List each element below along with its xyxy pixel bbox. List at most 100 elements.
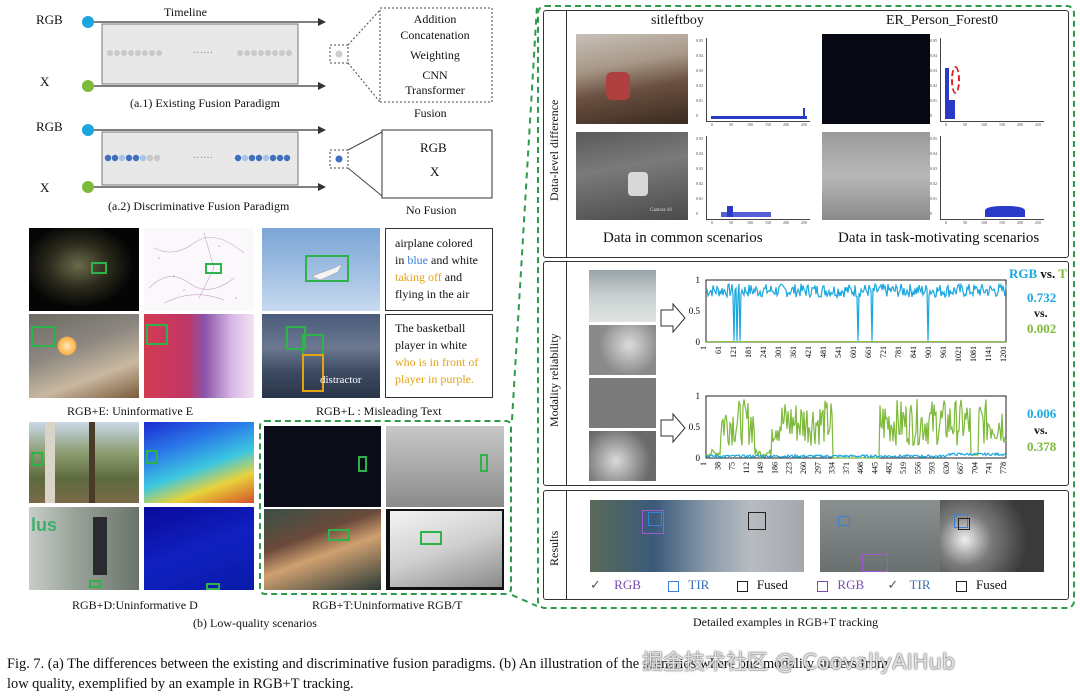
x-tick-label: 481 [819, 346, 828, 358]
hist-tick: 150 [999, 220, 1005, 225]
x-tick-label: 781 [894, 346, 903, 358]
hist-ytick: 0.04 [696, 151, 703, 156]
reliability-frame-2 [589, 325, 656, 375]
x-tick-label: 667 [956, 462, 965, 474]
hist-rgb-2: 0 50 100 150 200 250 0.05 0.04 0.03 0.02 0.01 0 [930, 38, 1044, 127]
common-label: Data in common scenarios [603, 230, 763, 246]
hist-tick: 0 [945, 220, 947, 225]
y-tick-label: 1 [696, 275, 701, 285]
x-tick-label: 38 [713, 462, 722, 470]
hist-t-1: 0 50 100 150 200 250 0.05 0.04 0.03 0.02 0.01 0 [696, 136, 810, 225]
y-tick-label: 0 [696, 337, 701, 347]
hist-ytick: 0.01 [930, 196, 937, 201]
t-series-line [705, 399, 1007, 459]
label-reliability: Modality reliability [547, 333, 561, 427]
x-tick-label: 260 [799, 462, 808, 474]
x-tick-label: 181 [744, 346, 753, 358]
hist-tick: 100 [981, 220, 987, 225]
reliability-chart-1: 10.501 61 121 181 241 301 361 421 481 541 601 661 72… [689, 275, 1008, 362]
sitleftboy-rgb [576, 34, 688, 124]
results-legend: ✓ RGB TIR Fused RGB ✓ TIR Fused [590, 577, 1008, 592]
hist-ytick: 0.03 [696, 166, 703, 171]
label-data-level: Data-level difference [547, 99, 561, 201]
x-tick-label: 961 [939, 346, 948, 358]
score2-rgb: 0.006 [1027, 406, 1057, 421]
y-tick-label: 0 [696, 453, 701, 463]
x-tick-label: 371 [842, 462, 851, 474]
reliability-frame-4 [589, 431, 656, 481]
x-tick-label: 408 [856, 462, 865, 474]
x-tick-label: 1021 [954, 346, 963, 362]
hist-ytick: 0.01 [930, 98, 937, 103]
score1-t: 0.002 [1027, 321, 1057, 336]
result-image-2 [820, 500, 940, 572]
figure-caption-line2: low quality, exemplified by an example i… [7, 676, 354, 692]
x-tick-label: 223 [785, 462, 794, 474]
hist-tick: 100 [981, 122, 987, 127]
hist-tick: 200 [1017, 220, 1023, 225]
result-image-1 [590, 500, 804, 572]
x-tick-label: 630 [942, 462, 951, 474]
task-label: Data in task-motivating scenarios [838, 230, 1040, 246]
x-tick-label: 112 [742, 462, 751, 474]
hist-tick: 50 [963, 122, 967, 127]
forest-rgb [822, 34, 930, 124]
hist-ytick: 0.04 [696, 53, 703, 58]
score1-rgb: 0.732 [1027, 290, 1057, 305]
x-tick-label: 1 [699, 462, 708, 466]
score2-vs: vs. [1034, 423, 1048, 437]
sitleftboy-t: Camera 10 [576, 132, 688, 220]
x-tick-label: 661 [864, 346, 873, 358]
reliability-chart-2: 10.501 38 75 112 149 186 223 260 297 334 371 408 445… [689, 391, 1008, 474]
hist-tick: 200 [783, 122, 789, 127]
x-tick-label: 121 [729, 346, 738, 358]
x-tick-label: 778 [999, 462, 1008, 474]
x-tick-label: 61 [714, 346, 723, 354]
hist-tick: 150 [765, 220, 771, 225]
rgb-vs-t-header: RGB vs. T [1009, 266, 1067, 281]
x-tick-label: 361 [789, 346, 798, 358]
hist-ytick: 0.03 [696, 68, 703, 73]
x-tick-label: 704 [970, 462, 979, 474]
watermark: 掘金技术社区 @ CoovallyAIHub [642, 650, 956, 674]
hist-tick: 150 [999, 122, 1005, 127]
hist-ytick: 0 [930, 211, 932, 216]
score1-vs: vs. [1034, 306, 1048, 320]
x-tick-label: 741 [985, 462, 994, 474]
result-image-3 [940, 500, 1044, 572]
label-results: Results [547, 530, 561, 566]
hist-tick: 150 [765, 122, 771, 127]
hist-ytick: 0.02 [696, 83, 703, 88]
hist-ytick: 0.03 [930, 68, 937, 73]
x-tick-label: 721 [879, 346, 888, 358]
hist-ytick: 0.04 [930, 53, 937, 58]
camera-tag: Camera 10 [650, 208, 672, 213]
x-tick-label: 901 [924, 346, 933, 358]
reliability-frame-3 [589, 378, 656, 428]
hist-tick: 250 [801, 220, 807, 225]
x-tick-label: 186 [770, 462, 779, 474]
x-tick-label: 1 [699, 346, 708, 350]
reliability-frame-1 [589, 270, 656, 322]
x-tick-label: 1201 [999, 346, 1008, 362]
x-tick-label: 841 [909, 346, 918, 358]
x-tick-label: 519 [899, 462, 908, 474]
hist-tick: 100 [747, 220, 753, 225]
hist-tick: 200 [783, 220, 789, 225]
y-tick-label: 0.5 [689, 306, 701, 316]
x-tick-label: 601 [849, 346, 858, 358]
x-tick-label: 1141 [984, 346, 993, 362]
hist-tick: 250 [1035, 122, 1041, 127]
hist-ytick: 0.04 [930, 151, 937, 156]
hist-ytick: 0.03 [930, 166, 937, 171]
x-tick-label: 541 [834, 346, 843, 358]
x-tick-label: 297 [813, 462, 822, 474]
hist-tick: 250 [801, 122, 807, 127]
rgb-series-line [705, 282, 1007, 341]
hist-tick: 0 [711, 122, 713, 127]
hist-ytick: 0.02 [930, 181, 937, 186]
hist-ytick: 0.02 [696, 181, 703, 186]
hist-ytick: 0.02 [930, 83, 937, 88]
hist-tick: 250 [1035, 220, 1041, 225]
seq-name-2: ER_Person_Forest0 [886, 13, 998, 28]
